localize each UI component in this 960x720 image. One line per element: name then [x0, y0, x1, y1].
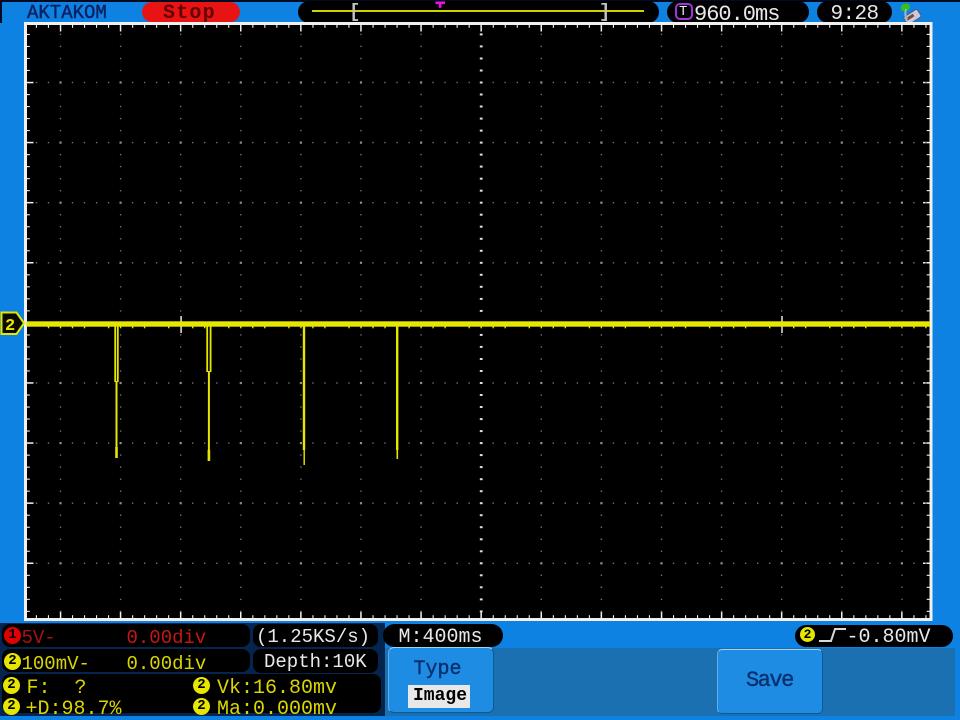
svg-text:2: 2	[5, 317, 15, 336]
